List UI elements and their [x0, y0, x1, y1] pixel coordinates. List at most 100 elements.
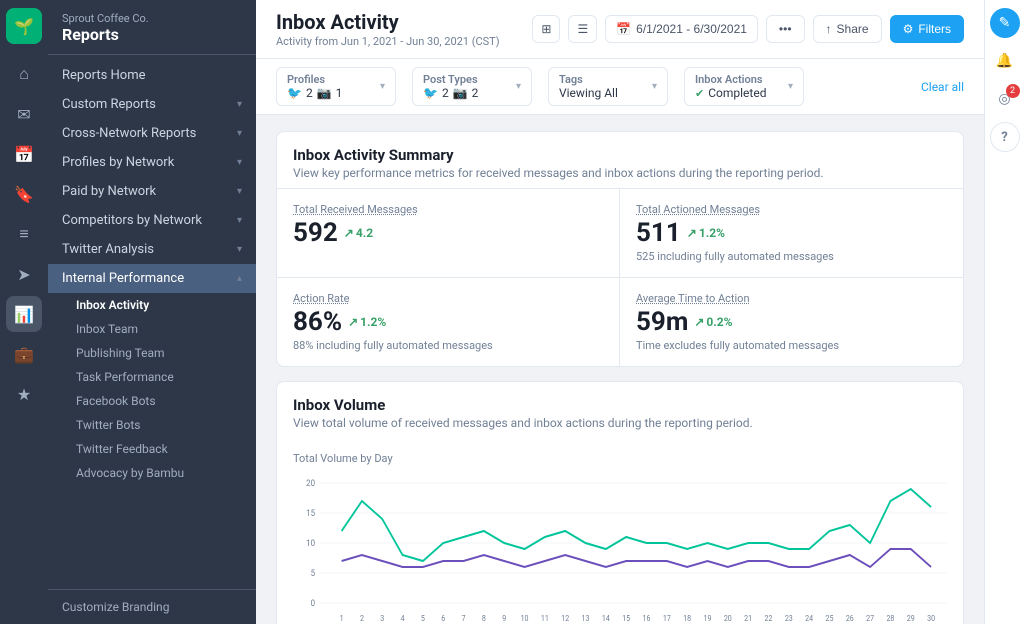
grid-view-button[interactable]: ⊞ — [532, 15, 560, 43]
twitter-icon: 🐦 — [423, 86, 438, 100]
svg-text:17: 17 — [663, 614, 671, 624]
twitter-icon: 🐦 — [287, 86, 302, 100]
sidebar-sub-publishing-team[interactable]: Publishing Team — [62, 341, 256, 365]
sidebar-item-custom-reports[interactable]: Custom Reports ▾ — [48, 90, 256, 119]
sidebar-label-custom-reports: Custom Reports — [62, 97, 156, 112]
filters-button[interactable]: ⚙ Filters — [890, 15, 964, 43]
list-nav-icon[interactable]: ≡ — [6, 216, 42, 252]
sidebar-sub-twitter-feedback[interactable]: Twitter Feedback — [62, 437, 256, 461]
tags-filter-value: Viewing All — [559, 86, 618, 100]
sidebar-label-profiles-by-network: Profiles by Network — [62, 155, 174, 170]
volume-card: Inbox Volume View total volume of receiv… — [276, 381, 964, 624]
post-types-filter[interactable]: Post Types 🐦 2 📷 2 ▾ — [412, 67, 532, 106]
briefcase-nav-icon[interactable]: 💼 — [6, 336, 42, 372]
messages-nav-icon[interactable]: ✉ — [6, 96, 42, 132]
svg-text:15: 15 — [306, 509, 315, 520]
chevron-down-icon: ▾ — [237, 244, 242, 255]
calendar-nav-icon[interactable]: 📅 — [6, 136, 42, 172]
svg-text:4: 4 — [401, 614, 406, 624]
reports-nav-icon[interactable]: 📊 — [6, 296, 42, 332]
sidebar-sub-menu: Inbox Activity Inbox Team Publishing Tea… — [48, 293, 256, 485]
metric-change-avg-time: ↗ 0.2% — [694, 315, 732, 329]
sidebar-item-competitors-by-network[interactable]: Competitors by Network ▾ — [48, 206, 256, 235]
sidebar-item-cross-network[interactable]: Cross-Network Reports ▾ — [48, 119, 256, 148]
activity-icon[interactable]: ◎ 2 — [990, 84, 1020, 114]
date-range-picker[interactable]: 📅 6/1/2021 - 6/30/2021 — [605, 15, 758, 43]
sidebar-sub-advocacy[interactable]: Advocacy by Bambu — [62, 461, 256, 485]
page-title: Inbox Activity — [276, 10, 500, 34]
sidebar-item-paid-by-network[interactable]: Paid by Network ▾ — [48, 177, 256, 206]
list-view-button[interactable]: ☰ — [568, 15, 597, 43]
help-icon[interactable]: ? — [990, 122, 1020, 152]
summary-card-header: Inbox Activity Summary View key performa… — [277, 132, 963, 188]
metrics-grid: Total Received Messages 592 ↗ 4.2 Total … — [277, 188, 963, 366]
post-types-filter-label: Post Types — [423, 73, 478, 86]
svg-text:24: 24 — [805, 614, 814, 624]
filter-icon: ⚙ — [903, 22, 914, 36]
chevron-down-icon: ▾ — [788, 81, 793, 92]
sidebar-customize-branding[interactable]: Customize Branding — [48, 589, 256, 624]
page-subtitle: Activity from Jun 1, 2021 - Jun 30, 2021… — [276, 35, 500, 48]
svg-text:12: 12 — [561, 614, 569, 624]
tags-filter[interactable]: Tags Viewing All ▾ — [548, 67, 668, 106]
chevron-down-icon: ▾ — [237, 157, 242, 168]
share-button[interactable]: ↑ Share — [813, 15, 882, 43]
sidebar-sub-twitter-bots[interactable]: Twitter Bots — [62, 413, 256, 437]
chevron-up-icon: ▴ — [237, 273, 242, 284]
inbox-actions-filter[interactable]: Inbox Actions ✔ Completed ▾ — [684, 67, 804, 106]
send-nav-icon[interactable]: ➤ — [6, 256, 42, 292]
bookmark-nav-icon[interactable]: 🔖 — [6, 176, 42, 212]
summary-card-subtitle: View key performance metrics for receive… — [293, 166, 947, 180]
svg-text:22: 22 — [765, 614, 773, 624]
sidebar-item-reports-home[interactable]: Reports Home — [48, 61, 256, 90]
metric-total-actioned: Total Actioned Messages 511 ↗ 1.2% 525 i… — [620, 189, 963, 278]
svg-text:27: 27 — [866, 614, 874, 624]
chart-svg: 20 15 10 5 0 1 2 3 4 5 — [293, 473, 947, 624]
metric-avg-time: Average Time to Action 59m ↗ 0.2% Time e… — [620, 278, 963, 366]
svg-text:2: 2 — [360, 614, 364, 624]
sidebar-brand: Sprout Coffee Co. — [62, 12, 242, 25]
sidebar-item-twitter-analysis[interactable]: Twitter Analysis ▾ — [48, 235, 256, 264]
svg-text:10: 10 — [521, 614, 529, 624]
sidebar-sub-task-performance[interactable]: Task Performance — [62, 365, 256, 389]
chevron-down-icon: ▾ — [237, 186, 242, 197]
clear-all-button[interactable]: Clear all — [921, 80, 964, 94]
share-icon: ↑ — [826, 22, 832, 36]
metric-value-total-received: 592 ↗ 4.2 — [293, 218, 603, 248]
sidebar-label-paid-by-network: Paid by Network — [62, 184, 156, 199]
bell-icon[interactable]: 🔔 — [990, 46, 1020, 76]
metric-label-total-received: Total Received Messages — [293, 203, 603, 216]
svg-text:0: 0 — [311, 599, 316, 610]
compose-button[interactable]: ✎ — [990, 8, 1020, 38]
svg-text:16: 16 — [643, 614, 651, 624]
date-range-label: 6/1/2021 - 6/30/2021 — [636, 22, 747, 36]
metric-value-action-rate: 86% ↗ 1.2% — [293, 307, 603, 337]
summary-card: Inbox Activity Summary View key performa… — [276, 131, 964, 367]
filter-bar: Profiles 🐦 2 📷 1 ▾ Post Types 🐦 2 📷 2 — [256, 59, 984, 115]
sidebar-label-internal-performance: Internal Performance — [62, 271, 184, 286]
star-nav-icon[interactable]: ★ — [6, 376, 42, 412]
volume-card-header: Inbox Volume View total volume of receiv… — [277, 382, 963, 438]
sidebar-sub-inbox-team[interactable]: Inbox Team — [62, 317, 256, 341]
svg-text:6: 6 — [441, 614, 445, 624]
sidebar-item-internal-performance[interactable]: Internal Performance ▴ — [48, 264, 256, 293]
svg-text:13: 13 — [582, 614, 590, 624]
sidebar-sub-facebook-bots[interactable]: Facebook Bots — [62, 389, 256, 413]
main-content: Inbox Activity Activity from Jun 1, 2021… — [256, 0, 984, 624]
more-options-button[interactable]: ••• — [766, 15, 805, 43]
volume-chart: 20 15 10 5 0 1 2 3 4 5 — [293, 473, 947, 624]
right-rail: ✎ 🔔 ◎ 2 ? — [984, 0, 1024, 624]
sidebar: Sprout Coffee Co. Reports Reports Home C… — [48, 0, 256, 624]
metric-action-rate: Action Rate 86% ↗ 1.2% 88% including ful… — [277, 278, 620, 366]
sprout-logo[interactable]: 🌱 — [6, 8, 42, 44]
header-title-area: Inbox Activity Activity from Jun 1, 2021… — [276, 10, 500, 48]
sidebar-item-profiles-by-network[interactable]: Profiles by Network ▾ — [48, 148, 256, 177]
sidebar-sub-inbox-activity[interactable]: Inbox Activity — [62, 293, 256, 317]
chevron-down-icon: ▾ — [237, 128, 242, 139]
profiles-filter[interactable]: Profiles 🐦 2 📷 1 ▾ — [276, 67, 396, 106]
sidebar-section-title: Reports — [62, 25, 242, 44]
home-nav-icon[interactable]: ⌂ — [6, 56, 42, 92]
profiles-filter-label: Profiles — [287, 73, 342, 86]
volume-card-subtitle: View total volume of received messages a… — [293, 416, 947, 430]
svg-text:18: 18 — [683, 614, 691, 624]
